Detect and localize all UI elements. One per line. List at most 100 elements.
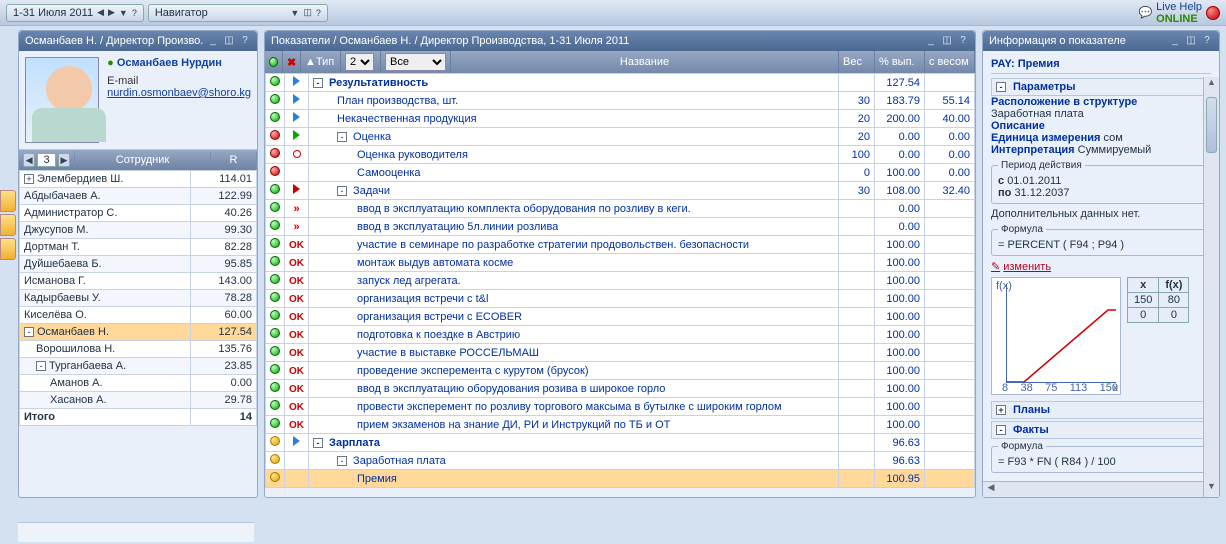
- tree-toggle-icon[interactable]: -: [337, 132, 347, 142]
- alert-indicator-icon[interactable]: [1206, 6, 1220, 20]
- tree-toggle-icon[interactable]: -: [337, 186, 347, 196]
- table-row[interactable]: Ворошилова Н.135.76: [20, 341, 257, 358]
- col-weight[interactable]: Вес: [839, 51, 875, 73]
- minimize-icon[interactable]: _: [1169, 35, 1181, 47]
- dropdown-icon[interactable]: ▼: [119, 8, 128, 18]
- table-row[interactable]: - Задачи 30 108.00 32.40: [266, 182, 975, 200]
- formula-bar[interactable]: [18, 522, 254, 542]
- table-row[interactable]: OK прием экзаменов на знание ДИ, РИ и Ин…: [266, 416, 975, 434]
- table-row[interactable]: Оценка руководителя 100 0.00 0.00: [266, 146, 975, 164]
- table-row[interactable]: Хасанов А.29.78: [20, 392, 257, 409]
- scroll-left-icon[interactable]: ◀: [983, 482, 999, 497]
- table-row[interactable]: Киселёва О.60.00: [20, 307, 257, 324]
- person-card: ● Османбаев Нурдин E-mail nurdin.osmonba…: [19, 51, 257, 150]
- page-prev-icon[interactable]: ◀: [23, 153, 35, 167]
- table-row[interactable]: Премия 100.95: [266, 470, 975, 488]
- table-row[interactable]: Аманов А.0.00: [20, 375, 257, 392]
- period-selector[interactable]: 1-31 Июля 2011 ◀ ▶ ▼ ?: [6, 4, 144, 22]
- help-icon[interactable]: ?: [239, 35, 251, 47]
- v-scrollbar[interactable]: ▲ ▼: [1203, 77, 1219, 497]
- side-tab-3[interactable]: [0, 238, 16, 260]
- ok-icon: OK: [289, 420, 304, 431]
- next-icon[interactable]: ▶: [108, 7, 115, 18]
- table-row[interactable]: Самооценка 0 100.00 0.00: [266, 164, 975, 182]
- table-row[interactable]: - Заработная плата 96.63: [266, 452, 975, 470]
- navigator-selector[interactable]: Навигатор ▼ ◫ ?: [148, 4, 328, 22]
- table-row[interactable]: OK участие в выставке РОССЕЛЬМАШ 100.00: [266, 344, 975, 362]
- table-row[interactable]: Дуйшебаева Б.95.85: [20, 256, 257, 273]
- col-employee[interactable]: Сотрудник: [75, 152, 211, 168]
- collapse-icon[interactable]: -: [996, 82, 1006, 92]
- col-weighted[interactable]: с весом: [925, 51, 975, 73]
- table-row[interactable]: Некачественная продукция 20 200.00 40.00: [266, 110, 975, 128]
- tree-toggle-icon[interactable]: -: [337, 456, 347, 466]
- employee-table: +Элембердиев Ш.114.01Абдыбачаев А.122.99…: [19, 170, 257, 426]
- table-row[interactable]: Абдыбачаев А.122.99: [20, 188, 257, 205]
- table-row[interactable]: -Турганбаева А.23.85: [20, 358, 257, 375]
- desc-label: Описание: [991, 120, 1045, 132]
- level-select[interactable]: 2: [345, 53, 374, 71]
- help-icon[interactable]: ?: [316, 8, 321, 18]
- table-row[interactable]: OK монтаж выдув автомата косме 100.00: [266, 254, 975, 272]
- live-help[interactable]: 💬 Live Help ONLINE: [1138, 1, 1220, 25]
- interp-label: Интерпретация: [991, 144, 1075, 156]
- ok-icon: OK: [289, 348, 304, 359]
- table-row[interactable]: План производства, шт. 30 183.79 55.14: [266, 92, 975, 110]
- side-tab-1[interactable]: [0, 190, 16, 212]
- help-icon[interactable]: ?: [132, 8, 137, 18]
- table-row[interactable]: - Оценка 20 0.00 0.00: [266, 128, 975, 146]
- page-number[interactable]: 3: [37, 153, 56, 167]
- tree-toggle-icon[interactable]: -: [313, 438, 323, 448]
- table-row[interactable]: OK организация встречи с ECOBER 100.00: [266, 308, 975, 326]
- col-pct[interactable]: % вып.: [875, 51, 925, 73]
- table-row[interactable]: » ввод в эксплуатацию 5л.линии розлива 0…: [266, 218, 975, 236]
- minimize-icon[interactable]: _: [925, 35, 937, 47]
- table-row[interactable]: OK запуск лед агрегата. 100.00: [266, 272, 975, 290]
- edit-link[interactable]: ✎изменить: [991, 260, 1051, 273]
- col-r[interactable]: R: [211, 152, 257, 168]
- page-next-icon[interactable]: ▶: [58, 153, 70, 167]
- tree-toggle-icon[interactable]: -: [36, 361, 46, 371]
- table-row[interactable]: +Элембердиев Ш.114.01: [20, 171, 257, 188]
- table-row[interactable]: » ввод в эксплуатацию комплекта оборудов…: [266, 200, 975, 218]
- table-row[interactable]: OK ввод в эксплуатацию оборудования рози…: [266, 380, 975, 398]
- h-scrollbar[interactable]: ◀ ▶: [983, 481, 1219, 497]
- status-dot-icon: [270, 292, 280, 302]
- side-tab-2[interactable]: [0, 214, 16, 236]
- table-row[interactable]: OK подготовка к поездке в Австрию 100.00: [266, 326, 975, 344]
- table-row[interactable]: OK участие в семинаре по разработке стра…: [266, 236, 975, 254]
- table-row[interactable]: Исманова Г.143.00: [20, 273, 257, 290]
- popout-icon[interactable]: ◫: [1185, 35, 1197, 47]
- help-icon[interactable]: ?: [957, 35, 969, 47]
- ok-icon: OK: [289, 294, 304, 305]
- table-row[interactable]: Администратор С.40.26: [20, 205, 257, 222]
- expand-icon[interactable]: +: [996, 405, 1006, 415]
- table-row[interactable]: - Зарплата 96.63: [266, 434, 975, 452]
- table-row[interactable]: - Результативность 127.54: [266, 74, 975, 92]
- table-row[interactable]: OK проведение эксперемента с курутом (бр…: [266, 362, 975, 380]
- table-row[interactable]: -Османбаев Н.127.54: [20, 324, 257, 341]
- filter-select[interactable]: Все: [385, 53, 446, 71]
- avatar: [25, 57, 99, 143]
- scroll-down-icon[interactable]: ▼: [1204, 481, 1219, 497]
- help-icon[interactable]: ?: [1201, 35, 1213, 47]
- scroll-thumb[interactable]: [1206, 97, 1217, 153]
- table-row[interactable]: Джусупов М.99.30: [20, 222, 257, 239]
- popout-icon[interactable]: ◫: [941, 35, 953, 47]
- tree-toggle-icon[interactable]: -: [24, 327, 34, 337]
- table-row[interactable]: Кадырбаевы У.78.28: [20, 290, 257, 307]
- email-link[interactable]: nurdin.osmonbaev@shoro.kg: [107, 87, 251, 99]
- collapse-icon[interactable]: -: [996, 425, 1006, 435]
- tree-toggle-icon[interactable]: +: [24, 174, 34, 184]
- table-row[interactable]: OK организация встречи с t&l 100.00: [266, 290, 975, 308]
- popout-icon[interactable]: ◫: [303, 7, 312, 18]
- minimize-icon[interactable]: _: [207, 35, 219, 47]
- table-row[interactable]: Дортман Т.82.28: [20, 239, 257, 256]
- tree-toggle-icon[interactable]: -: [313, 78, 323, 88]
- col-name[interactable]: Название: [451, 51, 839, 73]
- popout-icon[interactable]: ◫: [223, 35, 235, 47]
- scroll-up-icon[interactable]: ▲: [1204, 77, 1219, 93]
- prev-icon[interactable]: ◀: [97, 7, 104, 18]
- dropdown-icon[interactable]: ▼: [290, 8, 299, 18]
- table-row[interactable]: OK провести эксперемент по розливу торго…: [266, 398, 975, 416]
